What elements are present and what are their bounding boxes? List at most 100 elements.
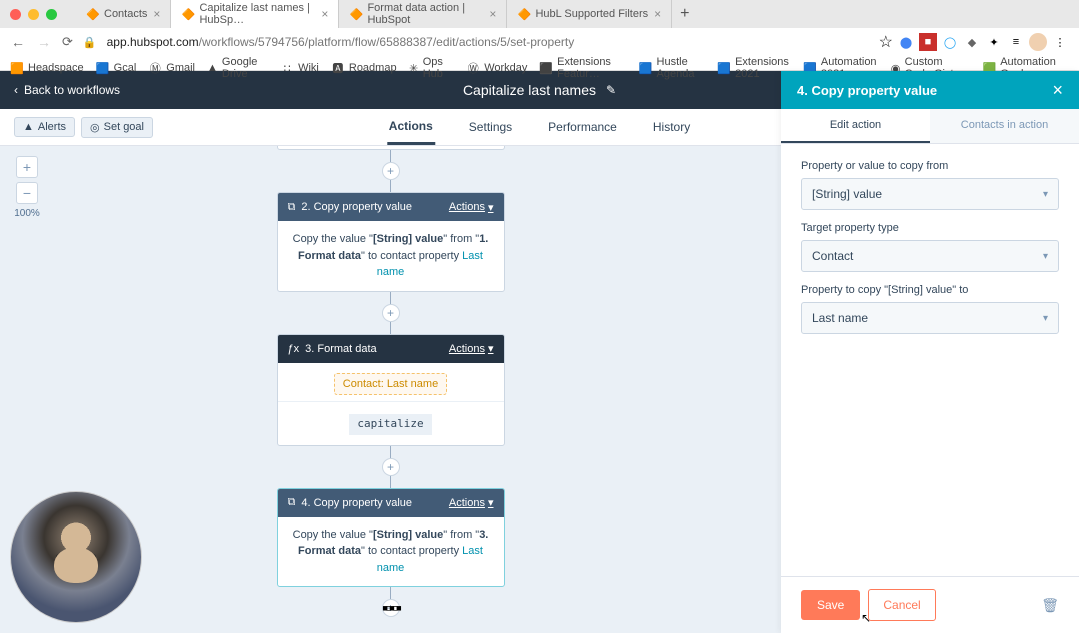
node-header: ⧉4. Copy property value Actions▾	[278, 489, 504, 517]
node-4-copy-property[interactable]: ⧉4. Copy property value Actions▾ Copy th…	[277, 488, 505, 588]
bookmark[interactable]: 🟧Headspace	[10, 61, 84, 75]
bookmark[interactable]: ▲Google Drive	[207, 56, 268, 80]
panel-tabs: Edit action Contacts in action	[781, 109, 1079, 144]
window-min-dot[interactable]	[28, 9, 39, 20]
kebab-icon[interactable]: ⋮	[1051, 33, 1069, 51]
close-icon[interactable]: ×	[654, 7, 661, 21]
bookmark[interactable]: 🅰Roadmap	[331, 61, 397, 75]
panel-body: Property or value to copy from [String] …	[781, 144, 1079, 576]
close-icon[interactable]: ×	[321, 7, 328, 21]
save-button[interactable]: Save	[801, 590, 860, 620]
roadmap-icon: 🅰	[331, 61, 345, 75]
chevron-down-icon: ▾	[1043, 189, 1048, 200]
profile-avatar[interactable]	[1029, 33, 1047, 51]
url-bar[interactable]: app.hubspot.com/workflows/5794756/platfo…	[107, 35, 869, 49]
flow-column: + ⧉2. Copy property value Actions▾ Copy …	[277, 146, 505, 617]
ext-icon[interactable]: ◆	[963, 33, 981, 51]
loading-indicator: ▪▫▪▫▪	[382, 598, 399, 619]
copy-to-select[interactable]: Last name▾	[801, 302, 1059, 334]
workflow-canvas[interactable]: + − 100% + ⧉2. Copy property value Actio…	[0, 146, 781, 633]
zoom-out-button[interactable]: −	[16, 182, 38, 204]
cancel-button[interactable]: Cancel	[868, 589, 935, 621]
url-bar-row: ← → ⟳ 🔒 app.hubspot.com/workflows/579475…	[0, 28, 1079, 56]
bell-icon: ▲	[23, 121, 34, 133]
panel-footer: Save Cancel 🗑 ↖	[781, 576, 1079, 633]
bookmark[interactable]: ⓌWorkday	[466, 61, 527, 75]
function-icon: ƒx	[288, 343, 300, 355]
add-step-button[interactable]: +	[382, 458, 400, 476]
trash-icon[interactable]: 🗑	[1041, 597, 1059, 614]
tab-contacts-in-action[interactable]: Contacts in action	[930, 109, 1079, 143]
gmail-icon: Ⓜ	[148, 61, 162, 75]
browser-tab[interactable]: 🔶Capitalize last names | HubSp…×	[171, 0, 339, 28]
panel-header: 4. Copy property value ×	[781, 71, 1079, 109]
bookmark[interactable]: ⓂGmail	[148, 61, 195, 75]
cursor-icon: ↖	[861, 611, 871, 625]
set-goal-button[interactable]: ◎Set goal	[81, 117, 153, 138]
list-icon[interactable]: ≡	[1007, 33, 1025, 51]
ext-icon[interactable]: ■	[919, 33, 937, 51]
node-body: Contact: Last name capitalize	[278, 363, 504, 445]
browser-tab[interactable]: 🔶HubL Supported Filters×	[507, 0, 672, 28]
forward-arrow-icon[interactable]: →	[36, 34, 52, 50]
node-actions-dropdown[interactable]: Actions▾	[449, 496, 494, 509]
close-icon[interactable]: ×	[489, 7, 496, 21]
add-step-button[interactable]: +	[382, 304, 400, 322]
ext-icon[interactable]: ◯	[941, 33, 959, 51]
tab-settings[interactable]: Settings	[467, 109, 514, 145]
format-code: capitalize	[349, 414, 431, 435]
window-close-dot[interactable]	[10, 9, 21, 20]
bookmark[interactable]: 🟦Hustle Agenda	[639, 56, 706, 80]
field-label: Property or value to copy from	[801, 160, 1059, 172]
tab-edit-action[interactable]: Edit action	[781, 109, 930, 143]
browser-chrome: 🔶Contacts× 🔶Capitalize last names | HubS…	[0, 0, 1079, 71]
node-body: Copy the value "[String] value" from "1.…	[278, 221, 504, 291]
node-actions-dropdown[interactable]: Actions▾	[449, 201, 494, 214]
browser-tab[interactable]: 🔶Contacts×	[76, 0, 171, 28]
field-label: Target property type	[801, 222, 1059, 234]
doc-icon: 🟦	[639, 61, 653, 75]
property-token: Contact: Last name	[334, 373, 447, 396]
copy-from-select[interactable]: [String] value▾	[801, 178, 1059, 210]
zoom-in-button[interactable]: +	[16, 156, 38, 178]
chevron-down-icon: ▾	[488, 201, 494, 214]
tab-performance[interactable]: Performance	[546, 109, 619, 145]
extensions-row: ☆ ⬤ ■ ◯ ◆ ✦ ≡ ⋮	[879, 32, 1069, 52]
browser-tabs: 🔶Contacts× 🔶Capitalize last names | HubS…	[0, 0, 1079, 28]
hubspot-icon: 🔶	[349, 8, 361, 20]
bookmark[interactable]: ⬛Extensions Featur…	[539, 56, 626, 80]
node-header: ⧉2. Copy property value Actions▾	[278, 193, 504, 221]
wiki-icon: ∷	[280, 61, 294, 75]
chevron-down-icon: ▾	[488, 496, 494, 509]
alerts-button[interactable]: ▲Alerts	[14, 117, 75, 137]
tab-actions[interactable]: Actions	[387, 109, 435, 145]
window-max-dot[interactable]	[46, 9, 57, 20]
presenter-video	[10, 491, 142, 623]
reload-icon[interactable]: ⟳	[62, 34, 73, 50]
node-actions-dropdown[interactable]: Actions▾	[449, 342, 494, 355]
bookmark[interactable]: ✳Ops Hub	[409, 56, 455, 80]
node-body: Copy the value "[String] value" from "3.…	[278, 517, 504, 587]
tab-history[interactable]: History	[651, 109, 692, 145]
new-tab-button[interactable]: +	[672, 5, 697, 23]
back-to-workflows-link[interactable]: ‹ Back to workflows	[14, 83, 120, 97]
node-2-copy-property[interactable]: ⧉2. Copy property value Actions▾ Copy th…	[277, 192, 505, 292]
hubspot-icon: 🔶	[181, 8, 193, 20]
close-icon[interactable]: ×	[1052, 80, 1063, 101]
pencil-icon[interactable]: ✎	[606, 83, 616, 97]
copy-icon: ⧉	[288, 496, 296, 509]
field-label: Property to copy "[String] value" to	[801, 284, 1059, 296]
add-step-button[interactable]: +	[382, 162, 400, 180]
puzzle-icon[interactable]: ✦	[985, 33, 1003, 51]
chevron-left-icon: ‹	[14, 83, 18, 97]
browser-tab[interactable]: 🔶Format data action | HubSpot×	[339, 0, 507, 28]
star-icon[interactable]: ☆	[879, 32, 893, 52]
node-3-format-data[interactable]: ƒx3. Format data Actions▾ Contact: Last …	[277, 334, 505, 446]
bookmark[interactable]: ∷Wiki	[280, 61, 319, 75]
app-icon: 🟧	[10, 61, 24, 75]
bookmark[interactable]: 🟦Gcal	[96, 61, 137, 75]
ext-icon[interactable]: ⬤	[897, 33, 915, 51]
close-icon[interactable]: ×	[153, 7, 160, 21]
back-arrow-icon[interactable]: ←	[10, 34, 26, 50]
target-type-select[interactable]: Contact▾	[801, 240, 1059, 272]
